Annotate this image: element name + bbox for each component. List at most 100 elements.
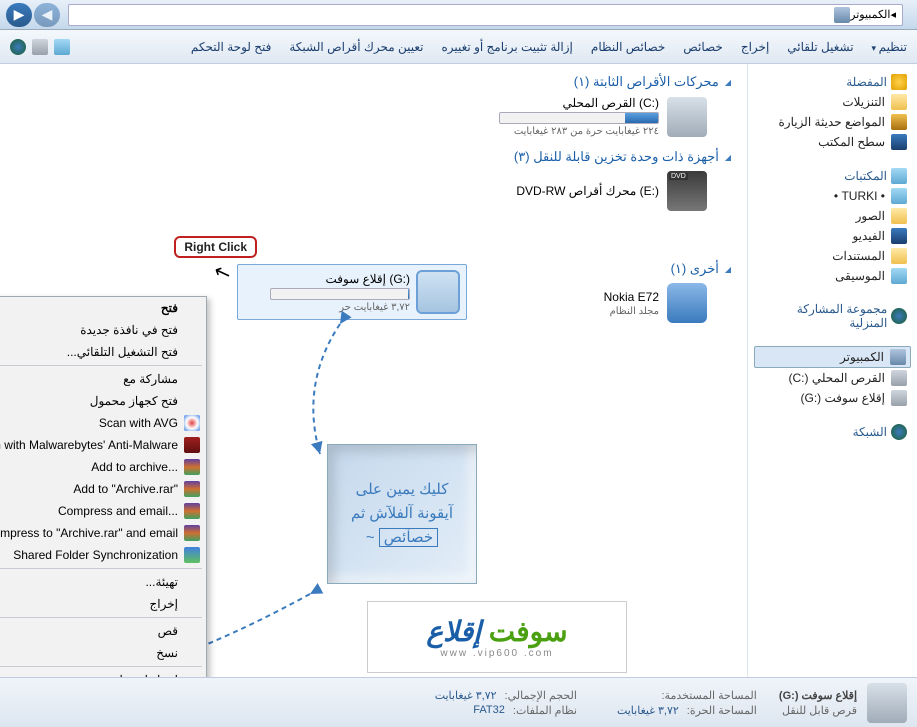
toolbar-organize[interactable]: تنظيم [872, 40, 907, 54]
recent-icon [891, 114, 907, 130]
details-fs-label: نظام الملفات: [513, 704, 577, 717]
help-icon[interactable] [10, 39, 26, 55]
winrar-icon [184, 525, 200, 541]
details-total-label: الحجم الإجمالي: [505, 689, 577, 702]
sidebar-item-downloads[interactable]: التنزيلات [754, 92, 911, 112]
toolbar-control-panel[interactable]: فتح لوحة التحكم [191, 40, 271, 54]
ctx-shared-sync[interactable]: Shared Folder Synchronization◂ [0, 544, 206, 566]
ctx-compress-rar-email[interactable]: Compress to "Archive.rar" and email [0, 522, 206, 544]
nokia-label: Nokia E72 [604, 290, 659, 304]
view-icon[interactable] [54, 39, 70, 55]
ctx-open[interactable]: فتح [0, 297, 206, 319]
libraries-icon [891, 168, 907, 184]
toolbar-properties[interactable]: خصائص [683, 40, 723, 54]
ctx-eject[interactable]: إخراج [0, 593, 206, 615]
details-name: إقلاع سوفت (:G) [779, 689, 857, 702]
ctx-create-shortcut[interactable]: إنشاء اختصار [0, 669, 206, 677]
toolbar: تنظيم تشغيل تلقائي إخراج خصائص خصائص الن… [0, 30, 917, 64]
details-free-val: ٣,٧٢ غيغابايت [617, 704, 679, 717]
eqla3soft-logo: سوفت إقلاع www .vip600 .com [367, 601, 627, 673]
logo-soft: سوفت [489, 616, 568, 647]
ctx-copy[interactable]: نسخ [0, 642, 206, 664]
usb-icon [891, 390, 907, 406]
sidebar-item-turki[interactable]: • TURKI • [754, 186, 911, 206]
dvd-icon [667, 171, 707, 211]
malwarebytes-icon [184, 437, 200, 453]
sidebar-item-usb-g[interactable]: إقلاع سوفت (:G) [754, 388, 911, 408]
homegroup-icon [891, 308, 907, 324]
logo-url: www .vip600 .com [440, 648, 553, 659]
instruction-callout: كليك يمين على آيقونة آلفلآش ثم خصآئص ~ [327, 444, 477, 584]
sidebar-item-music[interactable]: الموسيقى [754, 266, 911, 286]
ctx-scan-mwb[interactable]: Scan with Malwarebytes' Anti-Malware [0, 434, 206, 456]
ctx-autoplay[interactable]: فتح التشغيل التلقائي... [0, 341, 206, 363]
sidebar-network[interactable]: الشبكة [754, 422, 911, 442]
sidebar-item-videos[interactable]: الفيديو [754, 226, 911, 246]
computer-icon [834, 7, 850, 23]
sync-icon [184, 547, 200, 563]
drive-usb-free: ٣,٧٢ غيغابايت حر [270, 302, 410, 313]
address-bar[interactable]: ◂ الكمبيوتر [68, 4, 903, 26]
group-removable[interactable]: أجهزة ذات وحدة تخزين قابلة للنقل (٣) [16, 149, 731, 165]
toolbar-autoplay[interactable]: تشغيل تلقائي [787, 40, 853, 54]
ctx-add-archive-rar[interactable]: "Add to "Archive.rar [0, 478, 206, 500]
nav-buttons: ◀ ▶ [6, 3, 60, 27]
instruction-line4: ~ [366, 529, 375, 546]
details-type: قرص قابل للنقل [782, 704, 857, 717]
sidebar-item-computer[interactable]: الكمبيوتر [754, 346, 911, 368]
avg-icon [184, 415, 200, 431]
instruction-line1: كليك يمين على [351, 478, 453, 502]
nav-forward-button[interactable]: ◀ [34, 3, 60, 27]
computer-icon [890, 349, 906, 365]
breadcrumb-arrow: ◂ [890, 8, 896, 21]
folder-icon [891, 94, 907, 110]
drive-c-free: ٢٢٤ غيغابايت حرة من ٢٨٣ غيغابايت [499, 126, 659, 137]
ctx-open-new-window[interactable]: فتح في نافذة جديدة [0, 319, 206, 341]
drive-usb-g[interactable]: (:G) إقلاع سوفت ٣,٧٢ غيغابايت حر [237, 264, 467, 320]
sidebar-item-pictures[interactable]: الصور [754, 206, 911, 226]
drive-usb-capacity-bar [270, 288, 410, 300]
ctx-share-with[interactable]: مشاركة مع◂ [0, 368, 206, 390]
drive-dvd[interactable]: (:E) محرك أقراص DVD-RW [16, 171, 707, 211]
winrar-icon [184, 459, 200, 475]
sidebar-item-recent[interactable]: المواضع حديثة الزيارة [754, 112, 911, 132]
logo-eqla: إقلاع [426, 616, 481, 647]
breadcrumb-computer[interactable]: الكمبيوتر [850, 8, 890, 21]
sidebar-item-local-c[interactable]: القرص المحلي (:C) [754, 368, 911, 388]
instruction-line3: خصآئص [379, 528, 438, 547]
sidebar-homegroup[interactable]: مجموعة المشاركة المنزلية [754, 300, 911, 332]
preview-pane-icon[interactable] [32, 39, 48, 55]
ctx-format[interactable]: تهيئة... [0, 571, 206, 593]
toolbar-uninstall[interactable]: إزالة تثبيت برنامج أو تغييره [441, 40, 572, 54]
ctx-scan-avg[interactable]: Scan with AVG [0, 412, 206, 434]
hdd-icon [667, 97, 707, 137]
details-free-label: المساحة الحرة: [687, 704, 757, 717]
winrar-icon [184, 481, 200, 497]
drive-c[interactable]: (:C) القرص المحلي ٢٢٤ غيغابايت حرة من ٢٨… [16, 96, 707, 137]
toolbar-eject[interactable]: إخراج [741, 40, 769, 54]
sidebar-item-desktop[interactable]: سطح المكتب [754, 132, 911, 152]
content-pane: محركات الأقراص الثابتة (١) (:C) القرص ال… [0, 64, 747, 677]
pictures-icon [891, 208, 907, 224]
ctx-cut[interactable]: قص [0, 620, 206, 642]
window-titlebar: ◂ الكمبيوتر ◀ ▶ [0, 0, 917, 30]
ctx-add-archive[interactable]: ...Add to archive [0, 456, 206, 478]
sidebar-item-docs[interactable]: المستندات [754, 246, 911, 266]
drive-c-capacity-bar [499, 112, 659, 124]
ctx-compress-email[interactable]: ...Compress and email [0, 500, 206, 522]
docs-icon [891, 248, 907, 264]
group-hdd[interactable]: محركات الأقراص الثابتة (١) [16, 74, 731, 90]
nav-back-button[interactable]: ▶ [6, 3, 32, 27]
sidebar-libraries[interactable]: المكتبات [754, 166, 911, 186]
music-icon [891, 268, 907, 284]
details-fs-val: FAT32 [473, 704, 505, 717]
library-icon [891, 188, 907, 204]
navigation-pane: المفضلة التنزيلات المواضع حديثة الزيارة … [747, 64, 917, 677]
toolbar-map-drive[interactable]: تعيين محرك أقراص الشبكة [289, 40, 423, 54]
ctx-open-portable[interactable]: فتح كجهاز محمول [0, 390, 206, 412]
details-pane: إقلاع سوفت (:G) المساحة المستخدمة: قرص ق… [0, 677, 917, 727]
instruction-line2: آيقونة آلفلآش ثم [351, 502, 453, 526]
sidebar-favorites[interactable]: المفضلة [754, 72, 911, 92]
toolbar-sys-props[interactable]: خصائص النظام [591, 40, 665, 54]
context-menu: فتح فتح في نافذة جديدة فتح التشغيل التلق… [0, 296, 207, 677]
